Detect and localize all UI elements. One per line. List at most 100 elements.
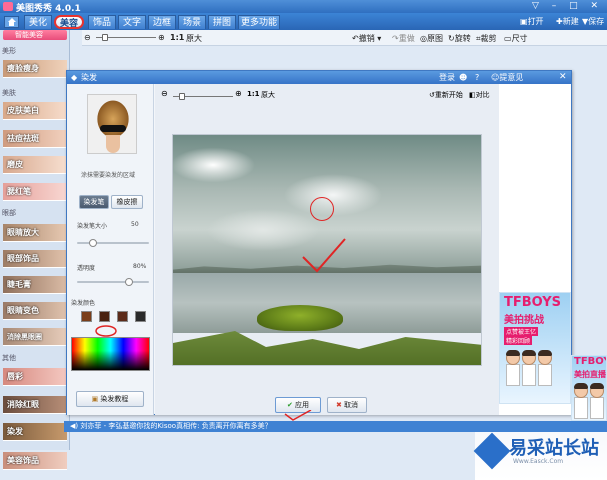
section-title-shape: 美形 xyxy=(2,47,16,55)
watermark-text: 易采站长站 xyxy=(509,438,599,459)
section-title-eyes: 眼部 xyxy=(2,209,16,217)
crop-label: 裁剪 xyxy=(480,34,497,43)
compare-button[interactable]: ◧对比 xyxy=(469,90,490,100)
sidebar-item-dark-circle[interactable]: 消除黑眼圈 xyxy=(3,328,67,346)
tab-eraser[interactable]: 橡皮擦 xyxy=(111,195,143,209)
sidebar-item-mascara[interactable]: 睫毛膏 xyxy=(3,276,67,294)
preview-zoom-in-icon[interactable]: ⊕ xyxy=(235,89,242,98)
help-icon[interactable]: ? xyxy=(475,71,479,84)
restart-label: 重新开始 xyxy=(434,91,463,99)
save-button[interactable]: ▼保存 xyxy=(582,16,604,27)
cancel-button[interactable]: ✖ 取消 xyxy=(327,397,367,413)
beauty-sidebar: 智能美容 美形 瘦脸瘦身 美肤 皮肤美白 祛痘祛斑 磨皮 腮红笔 眼部 眼睛放大… xyxy=(0,30,70,450)
red-circle-annotation xyxy=(95,325,117,337)
tab-text[interactable]: 文字 xyxy=(118,15,146,29)
sidebar-item-beauty-decor[interactable]: 美容饰品 xyxy=(3,452,67,470)
opacity-value: 80% xyxy=(133,263,147,270)
photo-shore xyxy=(173,331,481,365)
zoom-out-icon[interactable]: ⊖ xyxy=(84,33,91,42)
tab-dye-pen[interactable]: 染发笔 xyxy=(79,195,109,209)
photo-canvas[interactable] xyxy=(172,134,482,366)
menu-bar: 美化 美容 饰品 文字 边框 场景 拼图 更多功能 ▾ ▣打开 ✚新建 ▼保存 xyxy=(0,13,607,42)
tab-scene[interactable]: 场景 xyxy=(178,15,206,29)
preview-zoom-knob[interactable] xyxy=(179,93,185,100)
dye-tutorial-button[interactable]: ▣ 染发教程 xyxy=(76,391,144,407)
sidebar-item-redeye[interactable]: 消除红眼 xyxy=(3,396,67,414)
open-button[interactable]: ▣打开 xyxy=(520,16,544,27)
original-label: 原图 xyxy=(426,34,443,43)
smart-beauty-button[interactable]: 智能美容 xyxy=(3,30,67,40)
ad2-subtitle: 美拍直播 xyxy=(574,370,606,379)
dialog-close-icon[interactable]: ✕ xyxy=(559,71,567,84)
brush-size-knob[interactable] xyxy=(89,239,97,247)
status-text[interactable]: 刘亦菲 - 李弘基邀你找的Kisoo真相传: 负责离开你离有多美？ xyxy=(80,422,271,430)
opacity-knob[interactable] xyxy=(125,278,133,286)
zoom-slider-knob[interactable] xyxy=(102,34,108,41)
status-bar: ◀) 刘亦菲 - 李弘基邀你找的Kisoo真相传: 负责离开你离有多美？ xyxy=(64,421,607,432)
new-button[interactable]: ✚新建 xyxy=(556,16,579,27)
original-button[interactable]: ◎原图 xyxy=(420,33,443,44)
dialog-title-bar: ◆ 染发 登录 ☻ ? ☺提意见 ✕ xyxy=(67,71,571,84)
zoom-in-icon[interactable]: ⊕ xyxy=(158,33,165,42)
sidebar-item-whiten[interactable]: 皮肤美白 xyxy=(3,102,67,120)
tab-beauty[interactable]: 美容 xyxy=(54,15,84,29)
feedback-link[interactable]: ☺提意见 xyxy=(491,71,523,84)
dye-hint: 涂抹需要染发的区域 xyxy=(81,172,136,179)
opacity-slider[interactable] xyxy=(77,281,149,283)
sidebar-item-acne[interactable]: 祛痘祛斑 xyxy=(3,130,67,148)
preview-zoom-out-icon[interactable]: ⊖ xyxy=(161,89,168,98)
swatch-dark-brown[interactable] xyxy=(99,311,110,322)
section-title-skin: 美肤 xyxy=(2,89,16,97)
sidebar-item-lip[interactable]: 唇彩 xyxy=(3,368,67,386)
tab-beautify[interactable]: 美化 xyxy=(24,15,52,29)
red-check-annotation xyxy=(302,238,346,273)
section-title-other: 其他 xyxy=(2,354,16,362)
sidebar-item-eye-enlarge[interactable]: 眼睛放大 xyxy=(3,224,67,242)
ad-people-image xyxy=(506,350,552,386)
sidebar-item-hair-dye[interactable]: 染发 xyxy=(3,423,67,441)
cancel-icon: ✖ xyxy=(335,401,342,409)
ad-tag-2: 精彩回顾 xyxy=(504,336,533,345)
swatch-mahogany[interactable] xyxy=(117,311,128,322)
preview-zoom-label[interactable]: 原大 xyxy=(261,90,275,100)
size-label: 尺寸 xyxy=(511,34,528,43)
tfboys-ad-2[interactable]: TFBOYS 美拍直播 xyxy=(571,355,607,421)
rotate-label: 旋转 xyxy=(454,34,471,43)
tab-accessories[interactable]: 饰品 xyxy=(88,15,116,29)
swatch-chestnut[interactable] xyxy=(81,311,92,322)
tfboys-ad[interactable]: TFBOYS 美拍挑战 点赞被王亿 精彩回顾 xyxy=(499,292,571,404)
title-bar: 美图秀秀 4.0.1 ▽ – □ ✕ xyxy=(0,0,607,14)
brush-cursor-circle xyxy=(310,197,334,221)
rotate-button[interactable]: ↻旋转 xyxy=(448,33,471,44)
restart-button[interactable]: ↺重新开始 xyxy=(429,90,463,100)
tab-collage[interactable]: 拼图 xyxy=(208,15,236,29)
sidebar-item-blush[interactable]: 腮红笔 xyxy=(3,183,67,201)
new-label: 新建 xyxy=(562,17,579,26)
crop-button[interactable]: ⌗裁剪 xyxy=(476,33,497,44)
sidebar-item-eye-decor[interactable]: 眼部饰品 xyxy=(3,250,67,268)
opacity-label: 透明度 xyxy=(77,265,96,272)
dye-tutorial-label: 染发教程 xyxy=(100,395,129,403)
brush-size-slider[interactable] xyxy=(77,242,149,244)
user-icon[interactable]: ☻ xyxy=(459,71,467,84)
main-toolbar: ⊖ ⊕ 1:1 原大 ↶撤销 ▾ ↷重做 ◎原图 ↻旋转 ⌗裁剪 ▭尺寸 xyxy=(82,30,607,46)
sidebar-item-slim[interactable]: 瘦脸瘦身 xyxy=(3,60,67,78)
zoom-original-label[interactable]: 原大 xyxy=(186,33,202,44)
window-controls[interactable]: ▽ – □ ✕ xyxy=(532,1,603,11)
dialog-login-link[interactable]: 登录 xyxy=(439,71,455,84)
swatch-black[interactable] xyxy=(135,311,146,322)
home-icon[interactable] xyxy=(4,16,19,28)
preview-zoom-ratio[interactable]: 1:1 xyxy=(247,90,260,98)
hair-sample-image xyxy=(87,94,137,154)
sidebar-item-smooth[interactable]: 磨皮 xyxy=(3,156,67,174)
zoom-ratio[interactable]: 1:1 xyxy=(170,33,184,42)
watermark-url: Www.Easck.Com xyxy=(513,458,564,465)
tab-more[interactable]: 更多功能 ▾ xyxy=(238,15,280,42)
sunglasses-shape xyxy=(100,125,126,132)
size-button[interactable]: ▭尺寸 xyxy=(504,33,528,44)
redo-button[interactable]: ↷重做 xyxy=(392,33,415,44)
sidebar-item-eye-color[interactable]: 眼睛变色 xyxy=(3,302,67,320)
undo-button[interactable]: ↶撤销 ▾ xyxy=(352,33,381,44)
tab-frame[interactable]: 边框 xyxy=(148,15,176,29)
color-picker-spectrum[interactable] xyxy=(71,337,150,371)
